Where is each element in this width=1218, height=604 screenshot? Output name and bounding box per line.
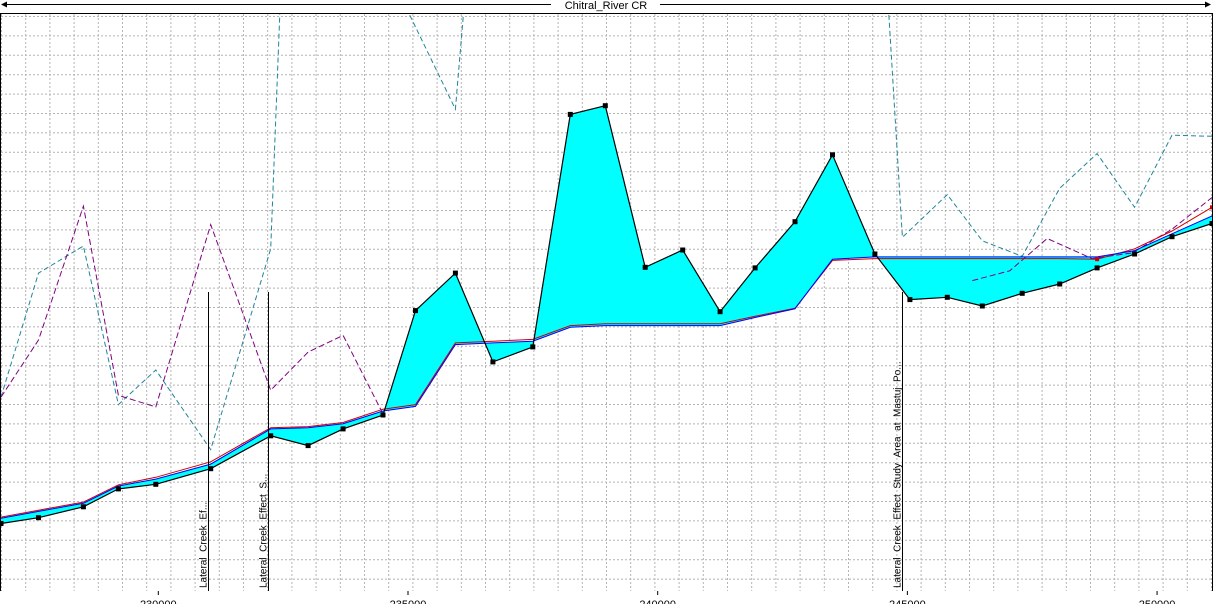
x-tick-label: 245000 <box>889 599 926 604</box>
ground-point-marker <box>153 481 159 487</box>
x-tick-label: 235000 <box>390 599 427 604</box>
ground-point-marker <box>979 303 985 309</box>
profile-plot: Lateral_Creek_Ef... Lateral_Creek_Effect_… <box>0 0 1218 604</box>
ground-point-marker <box>642 264 648 270</box>
ground-point-marker <box>1019 290 1025 296</box>
ground-point-marker <box>340 426 346 432</box>
ground-point-marker <box>717 309 723 315</box>
ground-point-marker <box>752 265 758 271</box>
ground-point-marker <box>792 219 798 225</box>
x-tick-label: 240000 <box>639 599 676 604</box>
ground-point-marker <box>36 515 41 521</box>
ground-point-marker <box>1169 234 1175 240</box>
ground-point-marker <box>680 247 686 253</box>
ground-point-marker <box>602 103 608 109</box>
lateral-structure-label: Lateral_Creek_Ef... <box>199 502 210 588</box>
profile-chart: Lateral_Creek_Ef... Lateral_Creek_Effect_… <box>0 0 1218 604</box>
x-tick-label: 250000 <box>1139 599 1176 604</box>
ground-point-marker <box>830 152 835 158</box>
ground-point-marker <box>1132 251 1138 257</box>
ground-point-marker <box>907 297 913 303</box>
x-tick-label: 230000 <box>140 599 177 604</box>
ground-point-marker <box>1094 265 1100 271</box>
ground-point-marker <box>452 270 458 276</box>
red-point-marker <box>1095 257 1100 262</box>
ground-point-marker <box>567 111 573 117</box>
ground-point-marker <box>413 308 418 314</box>
chart-title: Chitral_River CR <box>565 0 648 12</box>
ground-point-marker <box>490 359 496 365</box>
ground-point-marker <box>1057 281 1063 287</box>
lateral-structure-label: Lateral_Creek_Effect_Study_Area_at_Mastu… <box>893 361 904 588</box>
ground-point-marker <box>80 504 86 510</box>
ground-point-marker <box>530 344 536 350</box>
ground-point-marker <box>115 486 121 492</box>
lateral-structure-label: Lateral_Creek_Effect_S... <box>259 474 270 588</box>
ground-point-marker <box>872 251 878 257</box>
ground-point-marker <box>305 443 311 449</box>
ground-point-marker <box>380 412 386 418</box>
ground-point-marker <box>944 294 950 300</box>
